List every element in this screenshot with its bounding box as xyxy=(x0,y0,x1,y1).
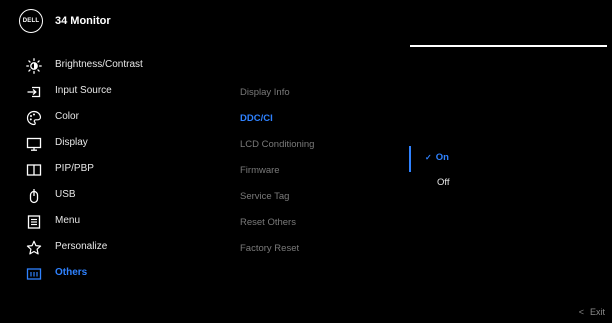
menu-item-personalize[interactable]: Personalize xyxy=(0,238,230,258)
option-on[interactable]: ✓ On xyxy=(425,152,449,163)
submenu-lcd-conditioning[interactable]: LCD Conditioning xyxy=(240,139,314,150)
header-divider xyxy=(410,45,607,47)
exit-label: Exit xyxy=(589,307,605,317)
submenu-ddc-ci[interactable]: DDC/CI xyxy=(240,113,273,124)
submenu-reset-others[interactable]: Reset Others xyxy=(240,217,296,228)
menu-label-pip-pbp: PIP/PBP xyxy=(55,163,94,174)
menu-label-input-source: Input Source xyxy=(55,85,112,96)
star-icon xyxy=(26,240,42,255)
menu-label-brightness-contrast: Brightness/Contrast xyxy=(55,59,143,70)
submenu-display-info[interactable]: Display Info xyxy=(240,87,290,98)
option-off[interactable]: Off xyxy=(437,177,450,188)
brightness-icon xyxy=(26,58,42,74)
chevron-left-icon: < xyxy=(578,307,584,317)
option-selection-bar xyxy=(409,146,411,172)
menu-item-others[interactable]: Others xyxy=(0,264,230,284)
menu-label-color: Color xyxy=(55,111,79,122)
others-icon xyxy=(26,268,42,280)
submenu-factory-reset[interactable]: Factory Reset xyxy=(240,243,299,254)
exit-button[interactable]: < Exit xyxy=(579,307,605,317)
dell-logo: DELL xyxy=(19,9,43,33)
menu-icon xyxy=(27,215,41,229)
menu-item-color[interactable]: Color xyxy=(0,108,230,128)
menu-item-display[interactable]: Display xyxy=(0,134,230,154)
input-source-icon xyxy=(27,86,41,98)
display-icon xyxy=(26,137,42,151)
osd-header: DELL 34 Monitor xyxy=(0,0,612,48)
pip-pbp-icon xyxy=(26,164,42,176)
menu-item-pip-pbp[interactable]: PIP/PBP xyxy=(0,160,230,180)
menu-item-brightness-contrast[interactable]: Brightness/Contrast xyxy=(0,56,230,76)
menu-label-menu: Menu xyxy=(55,215,81,226)
menu-label-others: Others xyxy=(55,267,88,278)
menu-label-personalize: Personalize xyxy=(55,241,108,252)
usb-icon xyxy=(29,189,39,204)
menu-label-usb: USB xyxy=(55,189,76,200)
submenu-firmware[interactable]: Firmware xyxy=(240,165,280,176)
menu-label-display: Display xyxy=(55,137,88,148)
dell-logo-text: DELL xyxy=(22,18,40,24)
menu-item-usb[interactable]: USB xyxy=(0,186,230,206)
monitor-title: 34 Monitor xyxy=(55,15,111,27)
option-on-label: On xyxy=(435,152,449,163)
menu-item-input-source[interactable]: Input Source xyxy=(0,82,230,102)
color-icon xyxy=(26,110,42,126)
submenu-service-tag[interactable]: Service Tag xyxy=(240,191,289,202)
menu-item-menu[interactable]: Menu xyxy=(0,212,230,232)
checkmark-icon: ✓ xyxy=(425,153,432,162)
